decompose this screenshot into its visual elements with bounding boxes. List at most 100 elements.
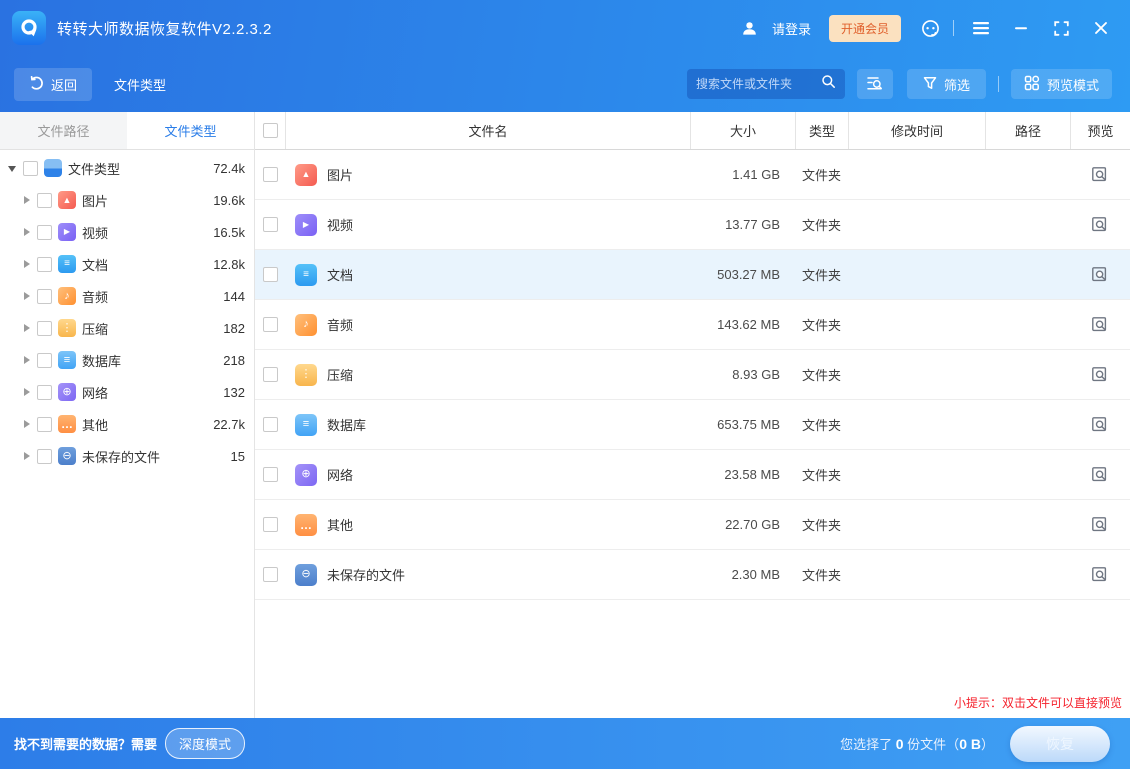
row-checkbox[interactable] (263, 217, 278, 232)
preview-button[interactable] (1091, 416, 1109, 434)
tree-item-checkbox[interactable] (37, 417, 52, 432)
column-header-path[interactable]: 路径 (985, 112, 1070, 149)
table-row[interactable]: ⊖ 未保存的文件 2.30 MB 文件夹 (255, 550, 1130, 600)
tree-item-network[interactable]: ⊕ 网络 132 (0, 376, 254, 408)
expand-arrow-icon[interactable] (8, 163, 18, 173)
customer-service-icon[interactable] (915, 13, 945, 43)
table-row[interactable]: ▲ 图片 1.41 GB 文件夹 (255, 150, 1130, 200)
table-row[interactable]: ≡ 数据库 653.75 MB 文件夹 (255, 400, 1130, 450)
tree-item-filetype[interactable]: 文件类型 72.4k (0, 152, 254, 184)
table-row[interactable]: ▶ 视频 13.77 GB 文件夹 (255, 200, 1130, 250)
title-bar: 转转大师数据恢复软件V2.2.3.2 请登录 开通会员 (0, 0, 1130, 56)
table-row[interactable]: ≡ 文档 503.27 MB 文件夹 (255, 250, 1130, 300)
expand-arrow-icon[interactable] (22, 195, 32, 205)
expand-arrow-icon[interactable] (22, 259, 32, 269)
tree-item-checkbox[interactable] (37, 289, 52, 304)
tree-item-document[interactable]: ≡ 文档 12.8k (0, 248, 254, 280)
row-checkbox[interactable] (263, 517, 278, 532)
row-checkbox[interactable] (263, 567, 278, 582)
filter-button[interactable]: 筛选 (907, 69, 986, 99)
search-icon[interactable] (821, 74, 836, 94)
titlebar-divider (953, 20, 954, 36)
preview-button[interactable] (1091, 466, 1109, 484)
column-header-preview[interactable]: 预览 (1070, 112, 1130, 149)
preview-button[interactable] (1091, 366, 1109, 384)
filter-label: 筛选 (944, 75, 970, 94)
minimize-icon[interactable] (1006, 13, 1036, 43)
tab-file-path[interactable]: 文件路径 (0, 112, 127, 149)
expand-arrow-icon[interactable] (22, 387, 32, 397)
expand-arrow-icon[interactable] (22, 291, 32, 301)
deep-mode-button[interactable]: 深度模式 (165, 728, 245, 759)
tree-item-audio[interactable]: ♪ 音频 144 (0, 280, 254, 312)
tree-item-checkbox[interactable] (37, 257, 52, 272)
back-button[interactable]: 返回 (14, 68, 92, 101)
tree-item-checkbox[interactable] (37, 353, 52, 368)
table-row[interactable]: ♪ 音频 143.62 MB 文件夹 (255, 300, 1130, 350)
row-checkbox[interactable] (263, 317, 278, 332)
hint-text: 小提示：双击文件可以直接预览 (954, 694, 1122, 711)
tree-item-image[interactable]: ▲ 图片 19.6k (0, 184, 254, 216)
row-checkbox[interactable] (263, 367, 278, 382)
column-header-name[interactable]: 文件名 (285, 112, 690, 149)
preview-button[interactable] (1091, 216, 1109, 234)
login-link[interactable]: 请登录 (735, 13, 811, 43)
tree-item-checkbox[interactable] (37, 385, 52, 400)
file-mtime (848, 250, 985, 299)
expand-arrow-icon[interactable] (22, 323, 32, 333)
row-checkbox[interactable] (263, 417, 278, 432)
file-type: 文件夹 (795, 150, 848, 199)
file-type-tree: 文件类型 72.4k ▲ 图片 19.6k ▶ 视频 16.5k ≡ 文档 12… (0, 150, 254, 472)
audio-icon: ♪ (295, 314, 317, 336)
preview-button[interactable] (1091, 316, 1109, 334)
tree-item-checkbox[interactable] (37, 449, 52, 464)
preview-button[interactable] (1091, 516, 1109, 534)
expand-arrow-icon[interactable] (22, 227, 32, 237)
tree-item-unsaved[interactable]: ⊖ 未保存的文件 15 (0, 440, 254, 472)
tree-item-label: 其他 (82, 415, 108, 434)
table-row[interactable]: … 其他 22.70 GB 文件夹 (255, 500, 1130, 550)
preview-button[interactable] (1091, 166, 1109, 184)
recover-button[interactable]: 恢复 (1010, 726, 1110, 762)
file-path (985, 150, 1070, 199)
maximize-icon[interactable] (1046, 13, 1076, 43)
selection-summary: 您选择了 0 份文件（0 B） (840, 734, 994, 753)
file-type: 文件夹 (795, 500, 848, 549)
close-icon[interactable] (1086, 13, 1116, 43)
tree-item-checkbox[interactable] (37, 193, 52, 208)
menu-icon[interactable] (966, 13, 996, 43)
expand-arrow-icon[interactable] (22, 419, 32, 429)
open-vip-button[interactable]: 开通会员 (829, 15, 901, 42)
breadcrumb: 文件类型 (114, 75, 166, 94)
preview-button[interactable] (1091, 266, 1109, 284)
tree-item-checkbox[interactable] (37, 321, 52, 336)
search-input[interactable] (696, 77, 821, 91)
row-checkbox[interactable] (263, 267, 278, 282)
column-header-mtime[interactable]: 修改时间 (848, 112, 985, 149)
select-all-checkbox[interactable] (263, 123, 278, 138)
expand-arrow-icon[interactable] (22, 355, 32, 365)
toolbar: 返回 文件类型 (0, 56, 1130, 112)
tree-item-other[interactable]: … 其他 22.7k (0, 408, 254, 440)
database-icon: ≡ (58, 351, 76, 369)
column-header-size[interactable]: 大小 (690, 112, 795, 149)
image-icon: ▲ (295, 164, 317, 186)
column-header-type[interactable]: 类型 (795, 112, 848, 149)
expand-arrow-icon[interactable] (22, 451, 32, 461)
tab-file-type[interactable]: 文件类型 (127, 112, 254, 149)
preview-button[interactable] (1091, 566, 1109, 584)
tree-item-video[interactable]: ▶ 视频 16.5k (0, 216, 254, 248)
tree-item-checkbox[interactable] (23, 161, 38, 176)
preview-mode-button[interactable]: 预览模式 (1011, 69, 1112, 99)
row-checkbox[interactable] (263, 167, 278, 182)
file-size: 23.58 MB (690, 450, 795, 499)
top-bar: 转转大师数据恢复软件V2.2.3.2 请登录 开通会员 (0, 0, 1130, 112)
table-row[interactable]: ⋮ 压缩 8.93 GB 文件夹 (255, 350, 1130, 400)
tree-item-database[interactable]: ≡ 数据库 218 (0, 344, 254, 376)
row-checkbox[interactable] (263, 467, 278, 482)
search-in-results-button[interactable] (857, 69, 893, 99)
tree-item-checkbox[interactable] (37, 225, 52, 240)
tree-item-archive[interactable]: ⋮ 压缩 182 (0, 312, 254, 344)
table-row[interactable]: ⊕ 网络 23.58 MB 文件夹 (255, 450, 1130, 500)
file-path (985, 350, 1070, 399)
